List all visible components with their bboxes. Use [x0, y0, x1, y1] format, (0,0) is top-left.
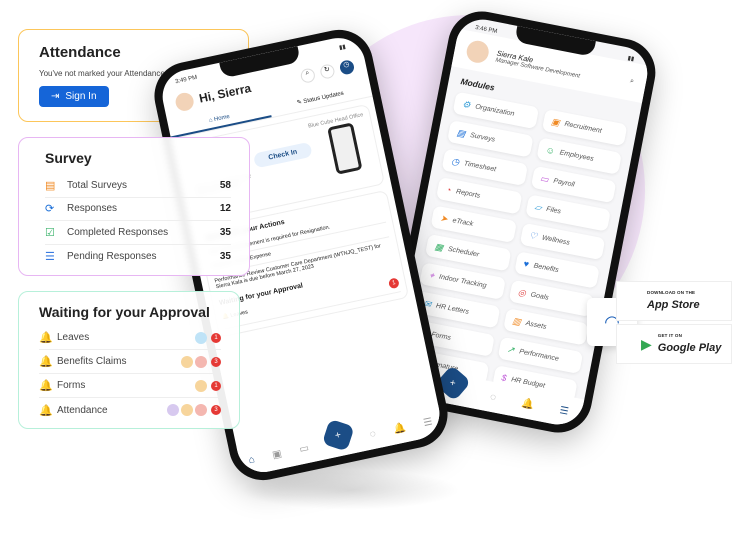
checklist-icon: ☑	[45, 226, 55, 239]
avatar	[195, 404, 207, 416]
list-icon: ☰	[45, 250, 55, 263]
menu-icon[interactable]: ☰	[559, 405, 570, 418]
refresh-icon[interactable]: ↻	[319, 63, 336, 80]
module-icon: ➤	[439, 212, 449, 224]
survey-row[interactable]: ▤ Total Surveys 58	[45, 174, 231, 198]
home-icon[interactable]: ⌂	[248, 454, 256, 466]
module-icon: ♡	[528, 229, 539, 241]
module-icon: ▥	[511, 314, 522, 327]
chat-icon[interactable]: ◌	[369, 428, 377, 440]
approval-row[interactable]: 🔔 Forms 1	[39, 374, 221, 398]
count-badge: 3	[211, 356, 221, 367]
survey-card: Survey ▤ Total Surveys 58 ⟳ Responses 12 ☑ Comp…	[18, 137, 250, 276]
clock-icon[interactable]: ◷	[338, 59, 356, 76]
approval-card: Waiting for your Approval 🔔 Leaves 1 🔔 Benef…	[18, 291, 240, 429]
count-badge: 3	[211, 405, 221, 415]
survey-row[interactable]: ☑ Completed Responses 35	[45, 221, 231, 245]
sign-in-icon: ⇥	[51, 91, 60, 102]
play-icon: ▶	[641, 335, 652, 352]
survey-title: Survey	[45, 150, 92, 166]
avatar	[195, 331, 207, 344]
module-icon: ♥	[522, 258, 530, 270]
bell-icon[interactable]: 🔔	[521, 397, 535, 410]
survey-row[interactable]: ⟳ Responses 12	[45, 198, 231, 221]
module-icon: ⌖	[428, 269, 436, 281]
menu-icon[interactable]: ☰	[422, 416, 433, 429]
module-icon: ◔	[444, 184, 453, 196]
contacts-icon[interactable]: ▣	[271, 448, 283, 461]
count-badge: 1	[211, 380, 221, 391]
count-badge: 1	[211, 332, 221, 343]
search-icon[interactable]: ⌕	[629, 77, 634, 86]
survey-row[interactable]: ☰ Pending Responses 35	[45, 245, 231, 269]
checkin-button[interactable]: Check In	[252, 141, 313, 169]
calendar-icon[interactable]: ▭	[298, 442, 310, 455]
bell-icon: 🔔	[39, 404, 53, 417]
count-badge: 1	[387, 277, 400, 290]
approval-row[interactable]: 🔔 Attendance 3	[39, 398, 221, 422]
module-icon: ◷	[450, 155, 461, 167]
module-icon: ◎	[517, 286, 527, 298]
approval-title: Waiting for your Approval	[39, 304, 210, 320]
sign-in-button[interactable]: ⇥ Sign In	[39, 86, 109, 107]
avatar	[167, 404, 179, 416]
google-play-button[interactable]: ▶ GET IT ON Google Play	[616, 324, 732, 364]
approval-row[interactable]: 🔔 Benefits Claims 3	[39, 350, 221, 374]
avatar	[195, 379, 207, 392]
greeting: Hi, Sierra	[197, 80, 253, 106]
approval-row[interactable]: 🔔 Leaves 1	[39, 326, 221, 350]
search-icon[interactable]: ⌕	[299, 67, 317, 84]
refresh-icon: ⟳	[45, 203, 55, 216]
bell-icon: 🔔	[39, 356, 53, 368]
module-icon: ☺	[544, 144, 556, 157]
module-icon: $	[500, 372, 508, 384]
module-icon: ▱	[533, 201, 543, 213]
module-icon: ▦	[433, 240, 445, 253]
avatar	[173, 91, 196, 113]
module-icon: ⚙	[461, 98, 472, 110]
add-button[interactable]: +	[321, 418, 355, 452]
hand-phone-illustration	[327, 122, 363, 175]
avatar	[195, 355, 207, 368]
avatar	[464, 38, 491, 65]
bell-icon[interactable]: 🔔	[392, 422, 406, 435]
module-icon: ▤	[456, 126, 467, 139]
module-icon: ▭	[539, 172, 550, 185]
module-icon: ↗	[506, 343, 516, 355]
battery-icon: ▮▮	[338, 44, 347, 52]
survey-icon: ▤	[45, 179, 56, 192]
bell-icon: 🔔	[39, 380, 53, 392]
chat-icon[interactable]: ◌	[489, 391, 497, 403]
avatar	[181, 355, 193, 368]
avatar	[181, 404, 193, 416]
battery-icon: ▮▮	[626, 55, 635, 63]
module-icon: ▣	[550, 115, 561, 128]
bell-icon: 🔔	[39, 332, 53, 344]
app-store-button[interactable]: DOWNLOAD ON THE App Store	[616, 281, 732, 321]
